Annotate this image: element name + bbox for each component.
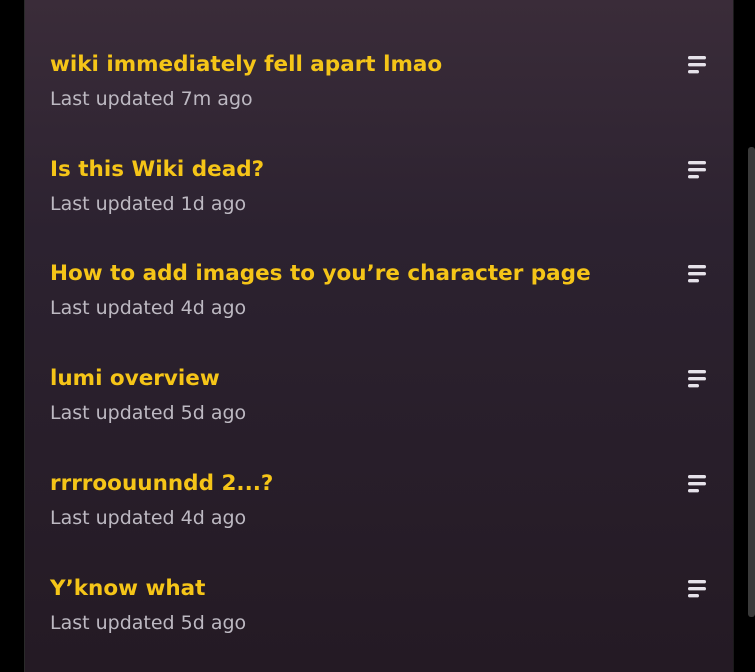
thread-item[interactable]: Is this Wiki dead? Last updated 1d ago [25,156,733,246]
thread-updated-time: Last updated 4d ago [50,297,247,319]
menu-lines-icon[interactable] [680,472,710,496]
thread-list: wiki immediately fell apart lmao Last up… [25,0,733,672]
thread-updated-time: Last updated 5d ago [50,612,247,634]
thread-title[interactable]: wiki immediately fell apart lmao [50,51,442,79]
thread-title[interactable]: rrrroouunndd 2...? [50,470,273,498]
thread-updated-time: Last updated 7m ago [50,88,253,110]
thread-item[interactable]: wiki immediately fell apart lmao Last up… [25,51,733,141]
thread-item[interactable]: How to add images to you’re character pa… [25,260,733,350]
menu-lines-icon[interactable] [680,158,710,182]
thread-updated-time: Last updated 5d ago [50,402,247,424]
thread-title[interactable]: Is this Wiki dead? [50,156,264,184]
scrollbar[interactable] [748,147,755,617]
thread-item[interactable]: rrrroouunndd 2...? Last updated 4d ago [25,470,733,560]
menu-lines-icon[interactable] [680,262,710,286]
thread-updated-time: Last updated 1d ago [50,193,247,215]
thread-title[interactable]: Y’know what [50,575,205,603]
thread-item[interactable]: Y’know what Last updated 5d ago [25,575,733,665]
thread-item[interactable]: lumi overview Last updated 5d ago [25,365,733,455]
menu-lines-icon[interactable] [680,577,710,601]
thread-updated-time: Last updated 4d ago [50,507,247,529]
menu-lines-icon[interactable] [680,53,710,77]
thread-list-panel: wiki immediately fell apart lmao Last up… [24,0,734,672]
menu-lines-icon[interactable] [680,367,710,391]
thread-title[interactable]: lumi overview [50,365,220,393]
thread-title[interactable]: How to add images to you’re character pa… [50,260,591,288]
